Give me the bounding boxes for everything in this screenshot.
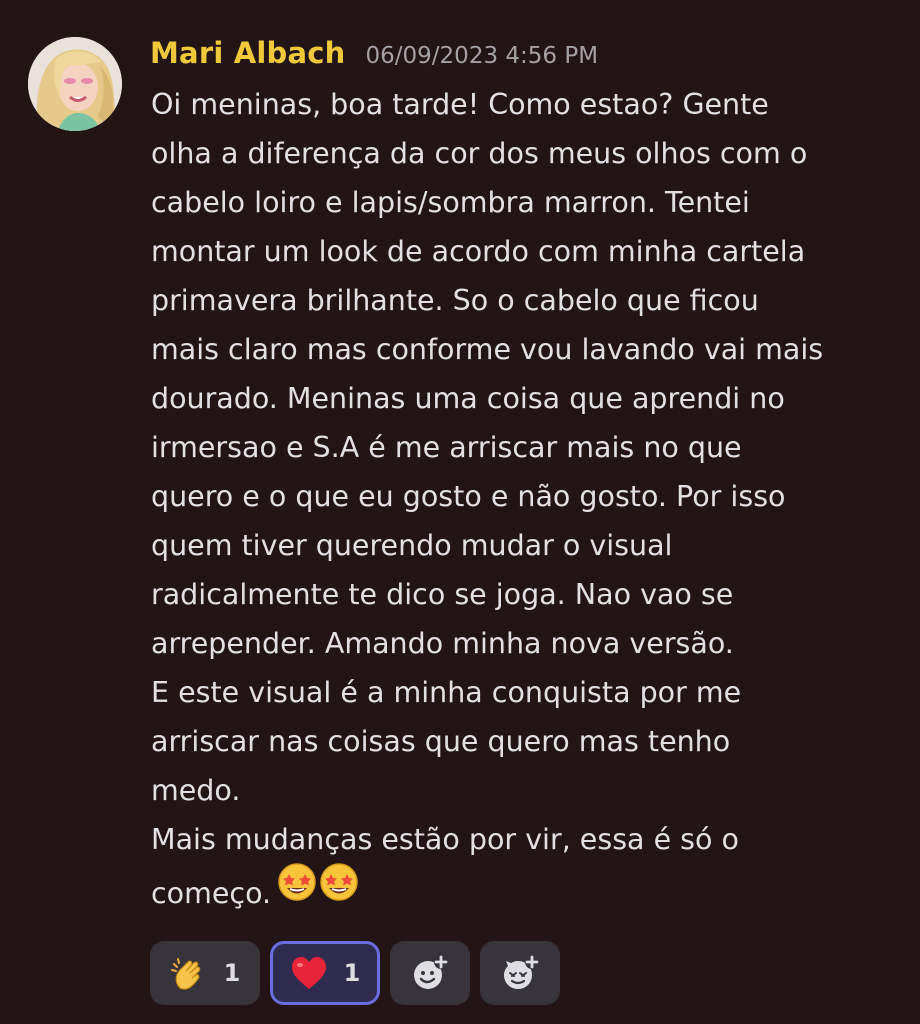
message-line: começo. <box>151 877 272 910</box>
message-line: E este visual é a minha conquista por me <box>151 676 742 709</box>
reaction-heart[interactable]: 1 <box>270 941 380 1005</box>
message-body: Oi meninas, boa tarde! Como estao? Gente… <box>151 80 906 923</box>
red-heart-icon <box>290 955 328 991</box>
message-line: olha a diferença da cor dos meus olhos c… <box>151 137 808 170</box>
message-line: montar um look de acordo com minha carte… <box>151 235 806 268</box>
message-line: cabelo loiro e lapis/sombra marron. Tent… <box>151 186 750 219</box>
message-line: quem tiver querendo mudar o visual <box>151 529 673 562</box>
message-header: Mari Albach 06/09/2023 4:56 PM <box>150 36 598 76</box>
message-line: Mais mudanças estão por vir, essa é só o <box>151 823 739 856</box>
message-last-line: começo. <box>151 861 906 923</box>
message-line: irmersao e S.A é me arriscar mais no que <box>151 431 742 464</box>
reaction-count: 1 <box>223 959 241 987</box>
message-line: radicalmente te dico se joga. Nao vao se <box>151 578 734 611</box>
reaction-clap[interactable]: 1 <box>150 941 260 1005</box>
add-super-reaction-button[interactable] <box>480 941 560 1005</box>
message-line: arriscar nas coisas que quero mas tenho <box>151 725 731 758</box>
add-super-reaction-icon <box>500 953 540 993</box>
reaction-bar: 1 1 <box>150 941 560 1005</box>
username[interactable]: Mari Albach <box>150 36 346 70</box>
message: Mari Albach 06/09/2023 4:56 PM Oi menina… <box>0 0 920 1024</box>
add-reaction-icon <box>410 953 450 993</box>
clapping-hands-icon <box>170 954 208 992</box>
message-line: Oi meninas, boa tarde! Como estao? Gente <box>151 88 769 121</box>
add-reaction-button[interactable] <box>390 941 470 1005</box>
message-line: medo. <box>151 774 241 807</box>
message-line: dourado. Meninas uma coisa que aprendi n… <box>151 382 785 415</box>
message-line: quero e o que eu gosto e não gosto. Por … <box>151 480 786 513</box>
avatar[interactable] <box>28 37 122 131</box>
reaction-count: 1 <box>343 959 361 987</box>
message-line: primavera brilhante. So o cabelo que fic… <box>151 284 759 317</box>
star-struck-face-icon <box>277 861 361 923</box>
timestamp: 06/09/2023 4:56 PM <box>365 43 599 69</box>
message-line: arrepender. Amando minha nova versão. <box>151 627 734 660</box>
message-line: mais claro mas conforme vou lavando vai … <box>151 333 824 366</box>
